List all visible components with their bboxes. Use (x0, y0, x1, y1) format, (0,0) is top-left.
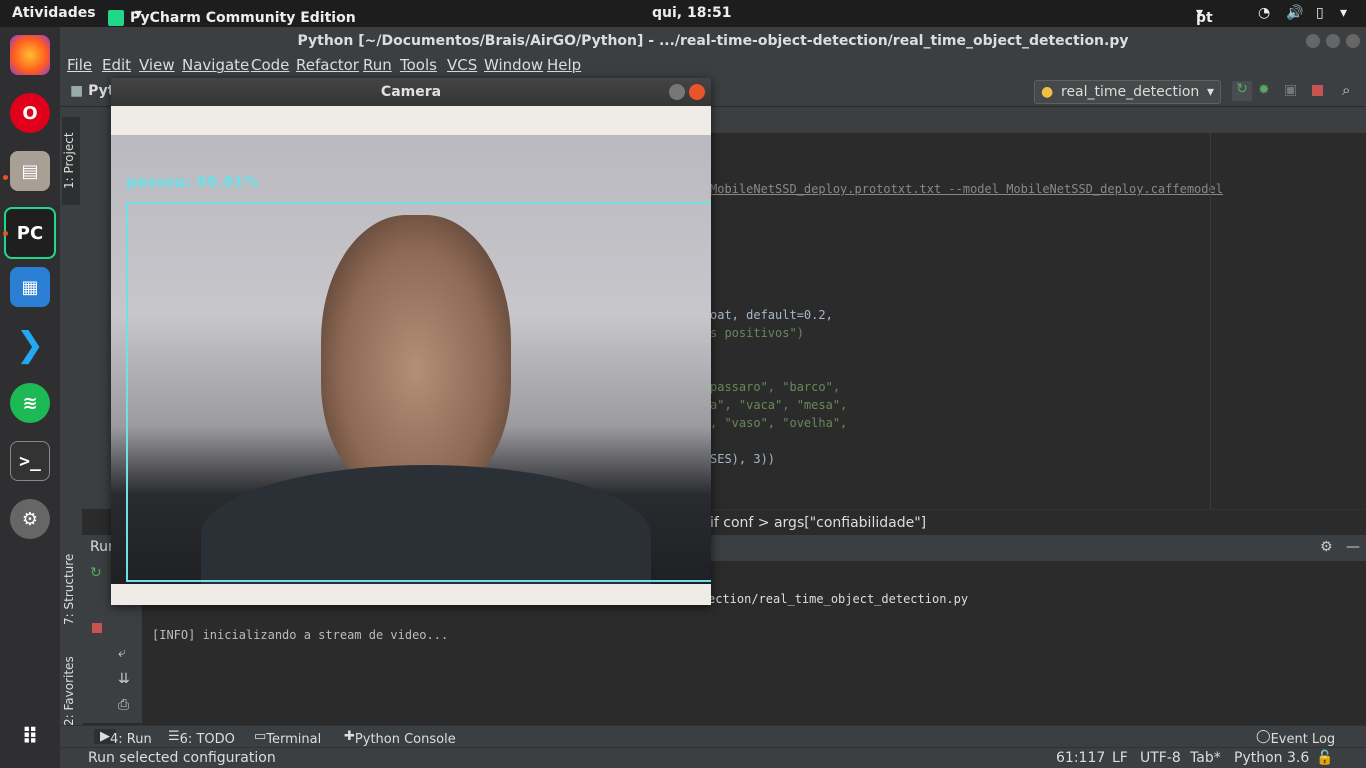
menu-view[interactable]: View (139, 56, 175, 74)
project-tool-tab[interactable]: 1: Project (62, 117, 80, 205)
detection-box (126, 202, 711, 582)
running-indicator (3, 175, 8, 180)
indent-setting[interactable]: Tab* (1190, 750, 1221, 766)
clock[interactable]: qui, 18:51 (652, 5, 732, 21)
run-tool-tab[interactable]: ▶ 4: Run (94, 729, 152, 747)
run-output-line: [INFO] inicializando a stream de video..… (152, 628, 449, 642)
code-line: s positivos") (710, 326, 804, 340)
spotify-icon[interactable]: ≋ (10, 383, 50, 423)
menu-navigate[interactable]: Navigate (182, 56, 249, 74)
detection-label: pessoa: 99.91% (126, 173, 259, 191)
line-separator[interactable]: LF (1112, 750, 1128, 766)
camera-window-title: Camera (111, 78, 711, 106)
stop-icon[interactable] (92, 623, 102, 633)
caret-position[interactable]: 61:117 (1056, 750, 1105, 766)
code-line: a", "vaca", "mesa", (710, 398, 848, 412)
event-log-tool-tab[interactable]: ◯ Event Log (1256, 729, 1335, 747)
todo-tool-tab[interactable]: ☰ 6: TODO (168, 729, 235, 747)
battery-icon[interactable]: ▯ (1316, 5, 1324, 21)
menu-file[interactable]: File (67, 56, 92, 74)
terminal-tool-tab[interactable]: ▭ Terminal (254, 729, 321, 747)
minimize-button[interactable] (669, 84, 685, 100)
language-indicator[interactable]: pt ▾ (1196, 5, 1213, 26)
tool-window-bar: ▶ 4: Run ☰ 6: TODO ▭ Terminal ✚ Python C… (60, 725, 1366, 747)
coverage-icon[interactable]: ▣ (1284, 82, 1297, 98)
favorites-tool-tab[interactable]: 2: Favorites (62, 653, 80, 729)
activities-button[interactable]: Atividades (12, 5, 96, 21)
status-bar: Run selected configuration 61:117 LF UTF… (60, 747, 1366, 768)
rerun-icon[interactable]: ↻ (1232, 81, 1252, 101)
left-tool-strip: 1: Project 7: Structure 2: Favorites (60, 107, 82, 726)
pycharm-icon (108, 10, 124, 26)
menu-tools[interactable]: Tools (400, 56, 437, 74)
run-command-path: ection/real_time_object_detection.py (708, 592, 969, 606)
opera-icon[interactable]: O (10, 93, 50, 133)
camera-window[interactable]: Camera pessoa: 99.91% (111, 78, 711, 605)
code-line: passaro", "barco", (710, 380, 841, 394)
files-icon[interactable]: ▤ (10, 151, 50, 191)
code-editor[interactable]: MobileNetSSD_deploy.prototxt.txt --model… (710, 133, 1366, 509)
settings-icon[interactable]: ⚙ (10, 499, 50, 539)
code-line: MobileNetSSD_deploy.prototxt.txt --model… (710, 182, 1223, 196)
camera-feed: pessoa: 99.91% (111, 135, 711, 584)
pycharm-dock-icon[interactable]: PC (4, 207, 56, 259)
code-line: SES), 3)) (710, 452, 776, 466)
system-menu-chevron-icon[interactable]: ▾ (1340, 5, 1347, 21)
menu-help[interactable]: Help (547, 56, 581, 74)
print-icon[interactable]: ⎙ (118, 697, 129, 713)
search-icon[interactable]: ⌕ (1342, 81, 1350, 99)
menu-code[interactable]: Code (251, 56, 289, 74)
volume-icon[interactable]: 🔊 (1286, 5, 1303, 21)
menu-window[interactable]: Window (484, 56, 543, 74)
show-apps-icon[interactable]: ⠿ (10, 717, 50, 757)
menu-run[interactable]: Run (363, 56, 392, 74)
dock: O ▤ PC ▦ ❯ ≋ >_ ⚙ ⠿ (0, 27, 60, 768)
scroll-to-end-icon[interactable]: ⇊ (118, 671, 130, 687)
app-name: PyCharm Community Edition (130, 10, 356, 26)
close-button[interactable] (689, 84, 705, 100)
menu-bar: File Edit View Navigate Code Refactor Ru… (60, 55, 1366, 77)
code-line: oat, default=0.2, (710, 308, 833, 322)
window-title: Python [~/Documentos/Brais/AirGO/Python]… (60, 27, 1366, 55)
app-menu-button[interactable]: PyCharm Community Edition ▾ (108, 5, 356, 26)
lock-icon[interactable]: 🔓 (1316, 750, 1333, 766)
stop-icon[interactable] (1312, 85, 1323, 96)
right-margin-guide (1210, 133, 1211, 509)
terminal-icon[interactable]: >_ (10, 441, 50, 481)
gear-icon[interactable]: ⚙ (1320, 539, 1333, 555)
system-top-bar: Atividades PyCharm Community Edition ▾ q… (0, 0, 1366, 27)
code-breadcrumb[interactable]: if conf > args["confiabilidade"] (710, 509, 1366, 535)
vscode-icon[interactable]: ❯ (10, 325, 50, 365)
code-line: , "vaso", "ovelha", (710, 416, 848, 430)
menu-refactor[interactable]: Refactor (296, 56, 359, 74)
python-console-tool-tab[interactable]: ✚ Python Console (344, 729, 456, 747)
python-icon: ● (1041, 84, 1054, 100)
firefox-icon[interactable] (10, 35, 50, 75)
debug-icon[interactable]: ✹ (1258, 82, 1270, 98)
maximize-button[interactable] (1326, 34, 1340, 48)
project-breadcrumb[interactable]: ■ Pyt (70, 83, 114, 99)
breadcrumb-text: if conf > args["confiabilidade"] (710, 515, 927, 531)
file-encoding[interactable]: UTF-8 (1140, 750, 1181, 766)
menu-edit[interactable]: Edit (102, 56, 131, 74)
menu-vcs[interactable]: VCS (447, 56, 477, 74)
python-interpreter[interactable]: Python 3.6 (1234, 750, 1309, 766)
hide-panel-icon[interactable]: — (1346, 539, 1360, 555)
minimize-button[interactable] (1306, 34, 1320, 48)
run-config-label: real_time_detection (1061, 84, 1200, 100)
writer-icon[interactable]: ▦ (10, 267, 50, 307)
structure-tool-tab[interactable]: 7: Structure (62, 547, 80, 631)
close-button[interactable] (1346, 34, 1360, 48)
run-config-dropdown[interactable]: ● real_time_detection ▾ (1034, 80, 1221, 104)
running-indicator (3, 231, 8, 236)
status-message: Run selected configuration (88, 750, 276, 766)
wifi-icon[interactable]: ◔ (1258, 5, 1270, 21)
folder-icon: ■ (70, 83, 84, 99)
soft-wrap-icon[interactable]: ⤶ (118, 645, 126, 661)
chevron-down-icon: ▾ (1206, 84, 1214, 100)
rerun-icon[interactable]: ↻ (90, 565, 102, 581)
